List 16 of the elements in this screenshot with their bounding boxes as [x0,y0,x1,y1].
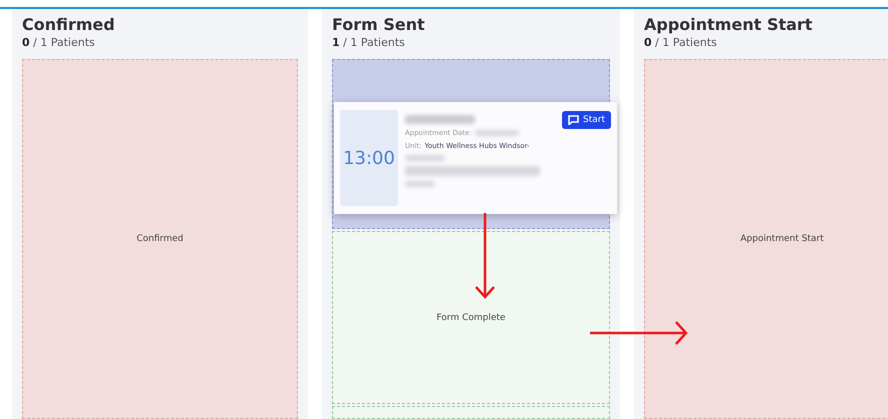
column-title: Form Sent [332,15,426,35]
zone-label: Form Complete [436,312,506,322]
patient-count: 0 / 1 Patients [22,35,96,51]
patient-count: 1 / 1 Patients [332,35,406,51]
appointment-time: 13:00 [340,110,398,206]
zone-label: Confirmed [136,234,184,244]
redacted-text [405,181,435,187]
patient-count: 0 / 1 Patients [644,35,718,51]
column-title: Confirmed [22,15,116,35]
chat-icon [568,115,579,125]
redacted-text [405,155,445,161]
zone-label: Appointment Start [740,234,824,244]
column-title: Appointment Start [644,15,814,35]
start-button[interactable]: Start [562,111,611,129]
redacted-text [474,130,519,136]
redacted-text [405,115,475,124]
